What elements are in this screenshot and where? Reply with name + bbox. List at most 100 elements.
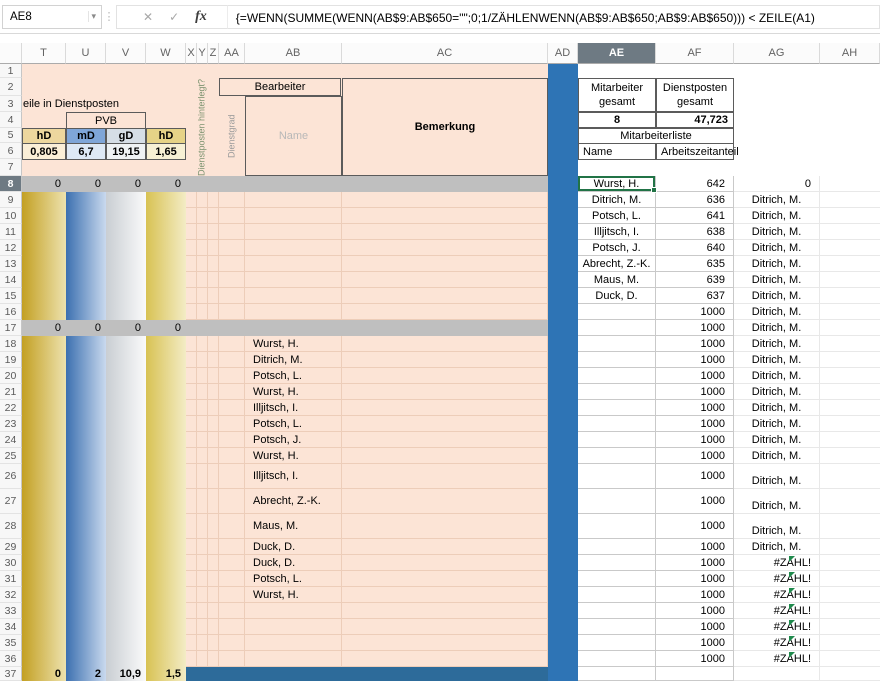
cell-AF33[interactable]: 1000 [656, 603, 734, 619]
cell-U30[interactable] [66, 555, 106, 571]
cell-AB34[interactable] [245, 619, 342, 635]
chevron-down-icon[interactable]: ▾ [88, 11, 98, 22]
cell-AG25[interactable]: Ditrich, M. [734, 448, 820, 464]
cell-AD27[interactable] [548, 489, 578, 514]
cell-AE29[interactable] [578, 539, 656, 555]
cell-grade-gd[interactable]: gD [106, 128, 146, 144]
cell-AB28[interactable]: Maus, M. [245, 514, 342, 539]
row-header-26[interactable]: 26 [0, 464, 22, 489]
cell-X16[interactable] [186, 304, 197, 320]
cell-V31[interactable] [106, 571, 146, 587]
cell-AB30[interactable]: Duck, D. [245, 555, 342, 571]
cell-Z25[interactable] [208, 448, 219, 464]
cell-T28[interactable] [22, 514, 66, 539]
cell-Z13[interactable] [208, 256, 219, 272]
cell-AA18[interactable] [219, 336, 245, 352]
cell-AH17[interactable] [820, 320, 880, 336]
cell-Y13[interactable] [197, 256, 208, 272]
cell-AE15[interactable]: Duck, D. [578, 288, 656, 304]
cell-AH8[interactable] [820, 176, 880, 192]
column-header-AD[interactable]: AD [548, 43, 578, 64]
cell-AF12[interactable]: 640 [656, 240, 734, 256]
cell-T24[interactable] [22, 432, 66, 448]
cell-AD24[interactable] [548, 432, 578, 448]
row-header-17[interactable]: 17 [0, 320, 22, 336]
dienstposten-hinterlegt-label[interactable]: Dienstposten hinterlegt? [187, 78, 217, 176]
cell-AE23[interactable] [578, 416, 656, 432]
cells-X-AC-37[interactable] [186, 667, 548, 681]
cell-T25[interactable] [22, 448, 66, 464]
cell-W22[interactable] [146, 400, 186, 416]
cell-AC19[interactable] [342, 352, 548, 368]
cell-U14[interactable] [66, 272, 106, 288]
cell-grade-value-2[interactable]: 6,7 [66, 143, 106, 160]
cell-AH11[interactable] [820, 224, 880, 240]
cell-X14[interactable] [186, 272, 197, 288]
cell-AH14[interactable] [820, 272, 880, 288]
cell-V14[interactable] [106, 272, 146, 288]
cell-T8[interactable]: 0 [22, 176, 66, 192]
cell-AD15[interactable] [548, 288, 578, 304]
cell-X21[interactable] [186, 384, 197, 400]
cell-X9[interactable] [186, 192, 197, 208]
cell-AA16[interactable] [219, 304, 245, 320]
list-header-name[interactable]: Name [578, 143, 656, 160]
cell-AF34[interactable]: 1000 [656, 619, 734, 635]
cell-AA33[interactable] [219, 603, 245, 619]
cell-Y24[interactable] [197, 432, 208, 448]
cell-AC29[interactable] [342, 539, 548, 555]
cell-X25[interactable] [186, 448, 197, 464]
cell-AF35[interactable]: 1000 [656, 635, 734, 651]
cell-Z17[interactable] [208, 320, 219, 336]
cell-W17[interactable]: 0 [146, 320, 186, 336]
cell-AF25[interactable]: 1000 [656, 448, 734, 464]
cell-AG21[interactable]: Ditrich, M. [734, 384, 820, 400]
cell-W32[interactable] [146, 587, 186, 603]
row-header-31[interactable]: 31 [0, 571, 22, 587]
cell-AG20[interactable]: Ditrich, M. [734, 368, 820, 384]
cell-U26[interactable] [66, 464, 106, 489]
cell-AH33[interactable] [820, 603, 880, 619]
cell-AH25[interactable] [820, 448, 880, 464]
cell-Y33[interactable] [197, 603, 208, 619]
cell-anteile-in-dienstposten[interactable]: eile in Dienstposten [23, 98, 119, 110]
row-header-35[interactable]: 35 [0, 635, 22, 651]
cell-X19[interactable] [186, 352, 197, 368]
cell-Z24[interactable] [208, 432, 219, 448]
cell-AB8[interactable] [245, 176, 342, 192]
cell-AB10[interactable] [245, 208, 342, 224]
cell-T9[interactable] [22, 192, 66, 208]
cell-X35[interactable] [186, 635, 197, 651]
cell-V21[interactable] [106, 384, 146, 400]
cell-AE34[interactable] [578, 619, 656, 635]
cell-AD11[interactable] [548, 224, 578, 240]
cell-AD25[interactable] [548, 448, 578, 464]
cell-AH34[interactable] [820, 619, 880, 635]
cell-Y32[interactable] [197, 587, 208, 603]
cell-AA36[interactable] [219, 651, 245, 667]
cell-AF19[interactable]: 1000 [656, 352, 734, 368]
cell-U9[interactable] [66, 192, 106, 208]
cell-AE28[interactable] [578, 514, 656, 539]
cell-AH12[interactable] [820, 240, 880, 256]
cell-AD29[interactable] [548, 539, 578, 555]
column-header-W[interactable]: W [146, 43, 186, 64]
cell-W23[interactable] [146, 416, 186, 432]
cell-W14[interactable] [146, 272, 186, 288]
cell-AF17[interactable]: 1000 [656, 320, 734, 336]
row-header-24[interactable]: 24 [0, 432, 22, 448]
cell-U28[interactable] [66, 514, 106, 539]
cell-Z26[interactable] [208, 464, 219, 489]
row-header-2[interactable]: 2 [0, 78, 22, 96]
cell-AF24[interactable]: 1000 [656, 432, 734, 448]
cell-AE32[interactable] [578, 587, 656, 603]
cell-U22[interactable] [66, 400, 106, 416]
cell-Z28[interactable] [208, 514, 219, 539]
cell-AC25[interactable] [342, 448, 548, 464]
cell-AB36[interactable] [245, 651, 342, 667]
cell-Z30[interactable] [208, 555, 219, 571]
cell-Z23[interactable] [208, 416, 219, 432]
cell-AF14[interactable]: 639 [656, 272, 734, 288]
cell-AC13[interactable] [342, 256, 548, 272]
cell-U37[interactable]: 2 [66, 667, 106, 681]
